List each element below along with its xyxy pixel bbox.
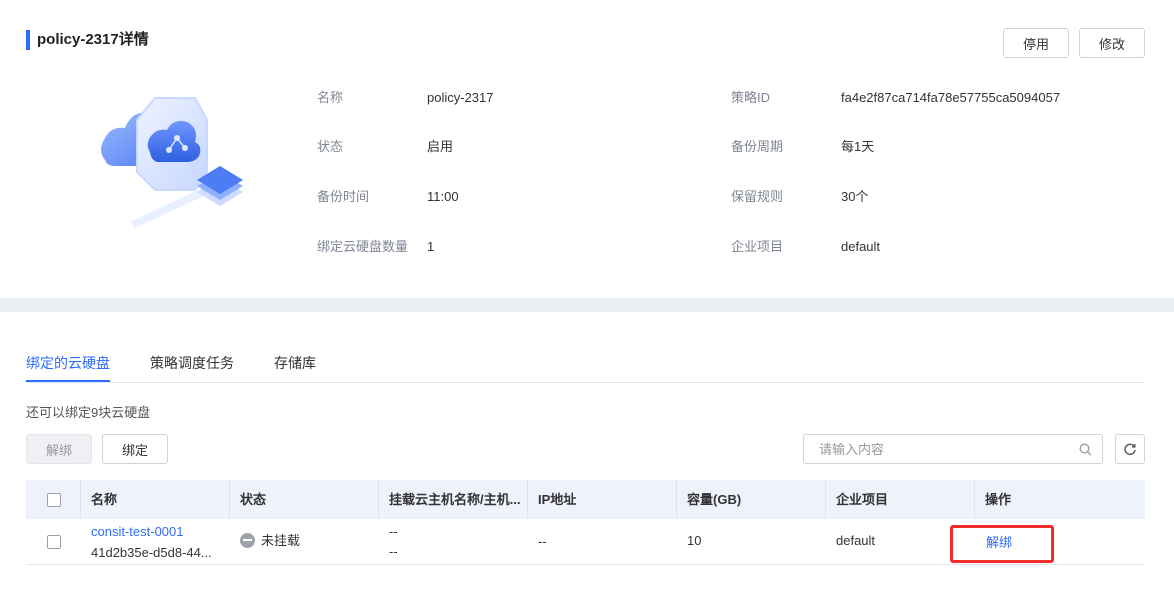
column-header-action: 操作 <box>985 492 1012 507</box>
column-separator <box>527 480 528 519</box>
bound-disks-label: 绑定云硬盘数量 <box>317 239 409 254</box>
row-checkbox[interactable] <box>47 535 61 549</box>
unbind-button[interactable]: 解绑 <box>26 434 92 464</box>
column-header-status[interactable]: 状态 <box>240 480 266 519</box>
column-header-ip[interactable]: IP地址 <box>538 480 576 519</box>
backup-cycle-value: 每1天 <box>841 139 875 154</box>
retention-value: 30个 <box>841 189 869 204</box>
disk-id: 41d2b35e-d5d8-44... <box>91 545 212 560</box>
backup-time-value: 11:00 <box>427 189 459 204</box>
backup-time-label: 备份时间 <box>317 189 370 204</box>
disk-name-link[interactable]: consit-test-0001 <box>91 522 184 542</box>
tab-vault[interactable]: 存储库 <box>274 352 316 374</box>
tab-schedule-tasks[interactable]: 策略调度任务 <box>150 352 234 374</box>
policy-id-value: fa4e2f87ca714fa78e57755ca5094057 <box>841 90 1061 105</box>
column-separator <box>676 480 677 519</box>
search-icon[interactable] <box>1079 443 1092 456</box>
column-separator <box>80 480 81 519</box>
bind-quota-hint: 还可以绑定9块云硬盘 <box>26 405 151 420</box>
policy-id-label: 策略ID <box>731 90 771 105</box>
page-title: policy-2317详情 <box>37 31 149 48</box>
name-value: policy-2317 <box>427 90 494 105</box>
highlight-annotation-box <box>950 525 1054 563</box>
disk-status: 未挂载 <box>261 533 301 548</box>
backup-cycle-label: 备份周期 <box>731 139 784 154</box>
capacity-value: 10 <box>687 533 702 548</box>
column-header-project[interactable]: 企业项目 <box>836 480 888 519</box>
project-cell: default <box>836 533 876 548</box>
name-label: 名称 <box>317 90 344 105</box>
column-separator <box>229 480 230 519</box>
host-id: -- <box>389 544 398 559</box>
disable-button[interactable]: 停用 <box>1003 28 1069 58</box>
tab-bound-disks[interactable]: 绑定的云硬盘 <box>26 352 110 374</box>
detail-panel: policy-2317详情 停用 修改 名称 policy-2317 策略ID … <box>0 0 1174 298</box>
column-separator <box>378 480 379 519</box>
column-header-host[interactable]: 挂载云主机名称/主机... <box>389 480 520 519</box>
search-input[interactable] <box>819 441 1059 457</box>
tab-bar: 绑定的云硬盘 策略调度任务 存储库 <box>26 352 1145 383</box>
refresh-button[interactable] <box>1115 434 1145 464</box>
column-separator <box>974 480 975 519</box>
status-value: 启用 <box>427 139 454 154</box>
select-all-checkbox[interactable] <box>47 493 61 507</box>
table-header: 名称 状态 挂载云主机名称/主机... IP地址 容量(GB) 企业项目 操作 <box>26 480 1145 519</box>
bind-button[interactable]: 绑定 <box>102 434 168 464</box>
host-name: -- <box>389 524 398 539</box>
project-label: 企业项目 <box>731 239 784 254</box>
unmounted-status-icon <box>240 533 255 548</box>
refresh-icon <box>1124 443 1136 455</box>
active-tab-indicator <box>26 380 110 382</box>
column-header-capacity[interactable]: 容量(GB) <box>687 480 741 519</box>
retention-label: 保留规则 <box>731 189 784 204</box>
column-separator <box>825 480 826 519</box>
cloud-backup-illustration <box>101 97 243 228</box>
ip-address: -- <box>538 534 547 549</box>
search-box <box>803 434 1103 464</box>
bound-disks-value: 1 <box>427 239 435 254</box>
column-header-name[interactable]: 名称 <box>91 480 117 519</box>
title-accent-bar <box>26 30 30 50</box>
edit-button[interactable]: 修改 <box>1079 28 1145 58</box>
section-divider <box>0 298 1174 312</box>
project-value: default <box>841 239 881 254</box>
status-label: 状态 <box>317 139 344 154</box>
